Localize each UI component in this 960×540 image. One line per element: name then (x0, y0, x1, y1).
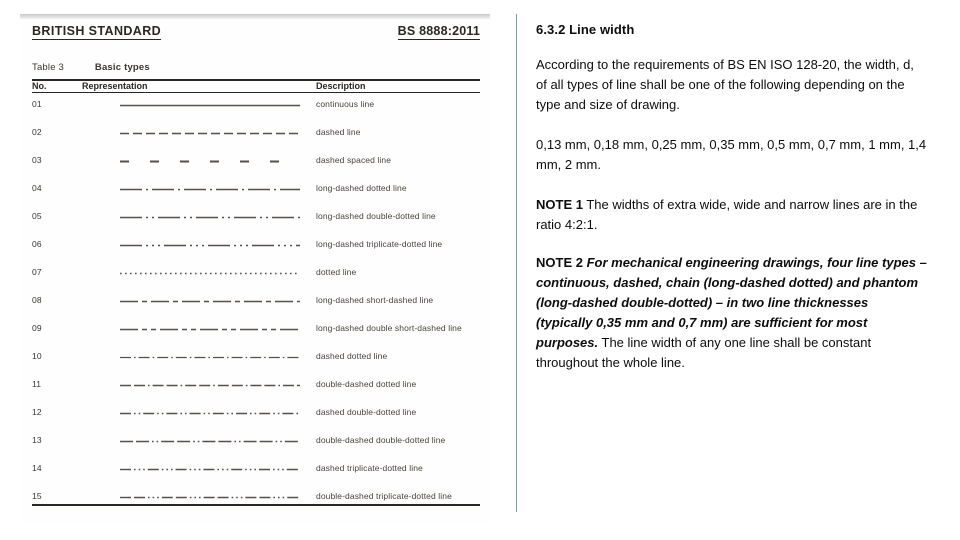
column-header-description: Description (316, 81, 366, 91)
row-description: long-dashed short-dashed line (316, 295, 434, 305)
table-row: 03 dashed spaced line (20, 151, 492, 179)
table-row: 12 dashed double-dotted line (20, 403, 492, 431)
row-number: 03 (32, 155, 42, 165)
row-description: long-dashed dotted line (316, 183, 407, 193)
row-line-representation (120, 383, 300, 389)
section-heading: 6.3.2 Line width (536, 22, 635, 37)
row-line-representation (120, 327, 300, 333)
table-caption-text: Basic types (94, 62, 150, 73)
row-line-representation (120, 187, 300, 193)
row-description: dashed line (316, 127, 361, 137)
table-row: 09 long-dashed double short-dashed line (20, 319, 492, 347)
column-header-no: No. (32, 81, 47, 91)
row-line-representation (120, 159, 300, 165)
table-row: 05 long-dashed double-dotted line (20, 207, 492, 235)
note-1: NOTE 1 The widths of extra wide, wide an… (536, 195, 928, 235)
table-row: 06 long-dashed triplicate-dotted line (20, 235, 492, 263)
table-caption: Table 3 Basic types (32, 62, 150, 73)
row-number: 11 (32, 379, 42, 389)
row-number: 15 (32, 491, 42, 501)
row-line-representation (120, 215, 300, 221)
row-line-representation (120, 439, 300, 445)
row-description: continuous line (316, 99, 375, 109)
note-2-label: NOTE 2 (536, 255, 583, 270)
row-description: double-dashed dotted line (316, 379, 417, 389)
row-number: 14 (32, 463, 42, 473)
row-number: 01 (32, 99, 42, 109)
body-text-column: 6.3.2 Line width According to the requir… (536, 22, 928, 393)
scan-edge-shadow (20, 14, 490, 19)
row-description: dotted line (316, 267, 357, 277)
standard-title: BRITISH STANDARD (32, 24, 162, 40)
table-rule-bottom (32, 504, 480, 506)
table-header-row: No. Representation Description (20, 81, 492, 93)
table-row: 10 dashed dotted line (20, 347, 492, 375)
note-2: NOTE 2 For mechanical engineering drawin… (536, 253, 928, 373)
row-line-representation (120, 411, 300, 417)
intro-paragraph: According to the requirements of BS EN I… (536, 57, 914, 112)
row-number: 08 (32, 295, 42, 305)
note-1-label: NOTE 1 (536, 197, 583, 212)
row-line-representation (120, 495, 300, 501)
row-line-representation (120, 243, 300, 249)
row-description: long-dashed triplicate-dotted line (316, 239, 443, 249)
row-description: dashed spaced line (316, 155, 392, 165)
row-number: 10 (32, 351, 42, 361)
slide-canvas: BRITISH STANDARD BS 8888:2011 Table 3 Ba… (0, 0, 960, 540)
scanned-standard-page: BRITISH STANDARD BS 8888:2011 Table 3 Ba… (20, 12, 492, 524)
table-body: 01 continuous line 02 dashed line 03 dashed s… (20, 95, 492, 515)
row-description: long-dashed double short-dashed line (316, 323, 462, 333)
row-description: double-dashed triplicate-dotted line (316, 491, 452, 501)
table-row: 11 double-dashed dotted line (20, 375, 492, 403)
note-1-text: The widths of extra wide, wide and narro… (536, 197, 918, 232)
row-line-representation (120, 467, 300, 473)
row-description: long-dashed double-dotted line (316, 211, 436, 221)
table-row: 13 double-dashed double-dotted line (20, 431, 492, 459)
table-row: 15 double-dashed triplicate-dotted line (20, 487, 492, 515)
row-number: 06 (32, 239, 42, 249)
row-number: 05 (32, 211, 42, 221)
table-caption-number: Table 3 (32, 62, 65, 73)
row-line-representation (120, 355, 300, 361)
row-number: 12 (32, 407, 42, 417)
row-line-representation (120, 131, 300, 137)
standard-code: BS 8888:2011 (397, 24, 480, 40)
row-line-representation (120, 299, 300, 305)
scan-page-header: BRITISH STANDARD BS 8888:2011 (32, 24, 480, 42)
row-number: 04 (32, 183, 42, 193)
row-line-representation (120, 103, 300, 109)
row-description: dashed double-dotted line (316, 407, 417, 417)
column-header-representation: Representation (82, 81, 148, 91)
vertical-divider (516, 14, 517, 512)
row-number: 02 (32, 127, 42, 137)
line-widths-list: 0,13 mm, 0,18 mm, 0,25 mm, 0,35 mm, 0,5 … (536, 137, 927, 172)
row-description: dashed dotted line (316, 351, 388, 361)
row-number: 09 (32, 323, 42, 333)
table-row: 04 long-dashed dotted line (20, 179, 492, 207)
table-row: 14 dashed triplicate-dotted line (20, 459, 492, 487)
row-line-representation (120, 271, 300, 277)
row-description: double-dashed double-dotted line (316, 435, 446, 445)
table-row: 02 dashed line (20, 123, 492, 151)
row-description: dashed triplicate-dotted line (316, 463, 423, 473)
table-row: 07 dotted line (20, 263, 492, 291)
row-number: 13 (32, 435, 42, 445)
row-number: 07 (32, 267, 42, 277)
table-row: 01 continuous line (20, 95, 492, 123)
table-row: 08 long-dashed short-dashed line (20, 291, 492, 319)
